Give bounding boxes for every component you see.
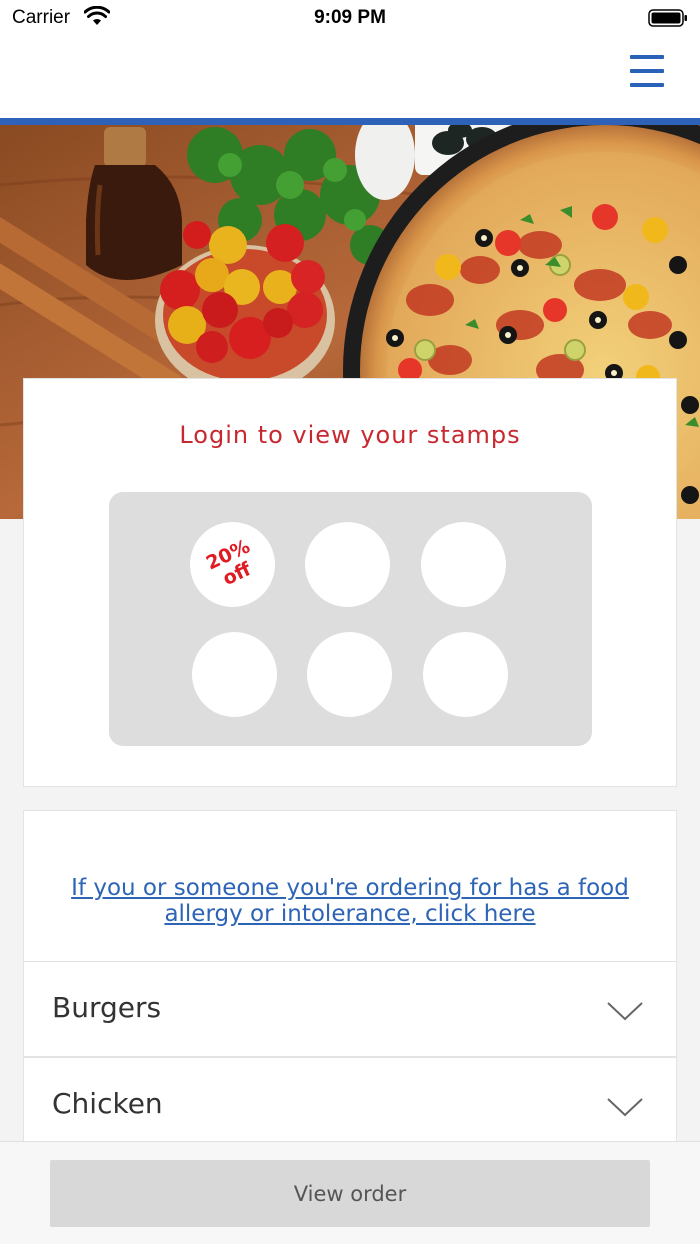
- category-chicken[interactable]: Chicken: [23, 1057, 677, 1153]
- header-accent-rule: [0, 118, 700, 125]
- battery-icon: [648, 9, 687, 27]
- chevron-down-icon: [607, 1002, 643, 1021]
- stamp-card: Login to view your stamps 20% off: [23, 378, 677, 787]
- allergy-info-link[interactable]: If you or someone you're ordering for ha…: [54, 875, 646, 927]
- category-label: Chicken: [52, 1087, 163, 1120]
- stamp-slot: [423, 632, 508, 717]
- view-order-button[interactable]: View order: [50, 1160, 650, 1227]
- chevron-down-icon: [607, 1098, 643, 1117]
- category-burgers[interactable]: Burgers: [23, 961, 677, 1057]
- stamp-slot: [307, 632, 392, 717]
- reward-badge: 20% off: [176, 508, 289, 621]
- bottom-bar: View order: [0, 1141, 700, 1244]
- hamburger-menu-icon[interactable]: [630, 55, 664, 87]
- stamp-slot-reward: 20% off: [190, 522, 275, 607]
- stamp-card-title[interactable]: Login to view your stamps: [24, 421, 676, 449]
- status-bar: Carrier 9:09 PM: [0, 0, 700, 36]
- stamp-slot: [305, 522, 390, 607]
- allergy-card: If you or someone you're ordering for ha…: [23, 810, 677, 962]
- clock: 9:09 PM: [314, 7, 386, 28]
- category-label: Burgers: [52, 991, 162, 1024]
- stamp-slot: [421, 522, 506, 607]
- app-header: [0, 36, 700, 118]
- stamp-slot: [192, 632, 277, 717]
- stamp-grid: 20% off: [109, 492, 592, 746]
